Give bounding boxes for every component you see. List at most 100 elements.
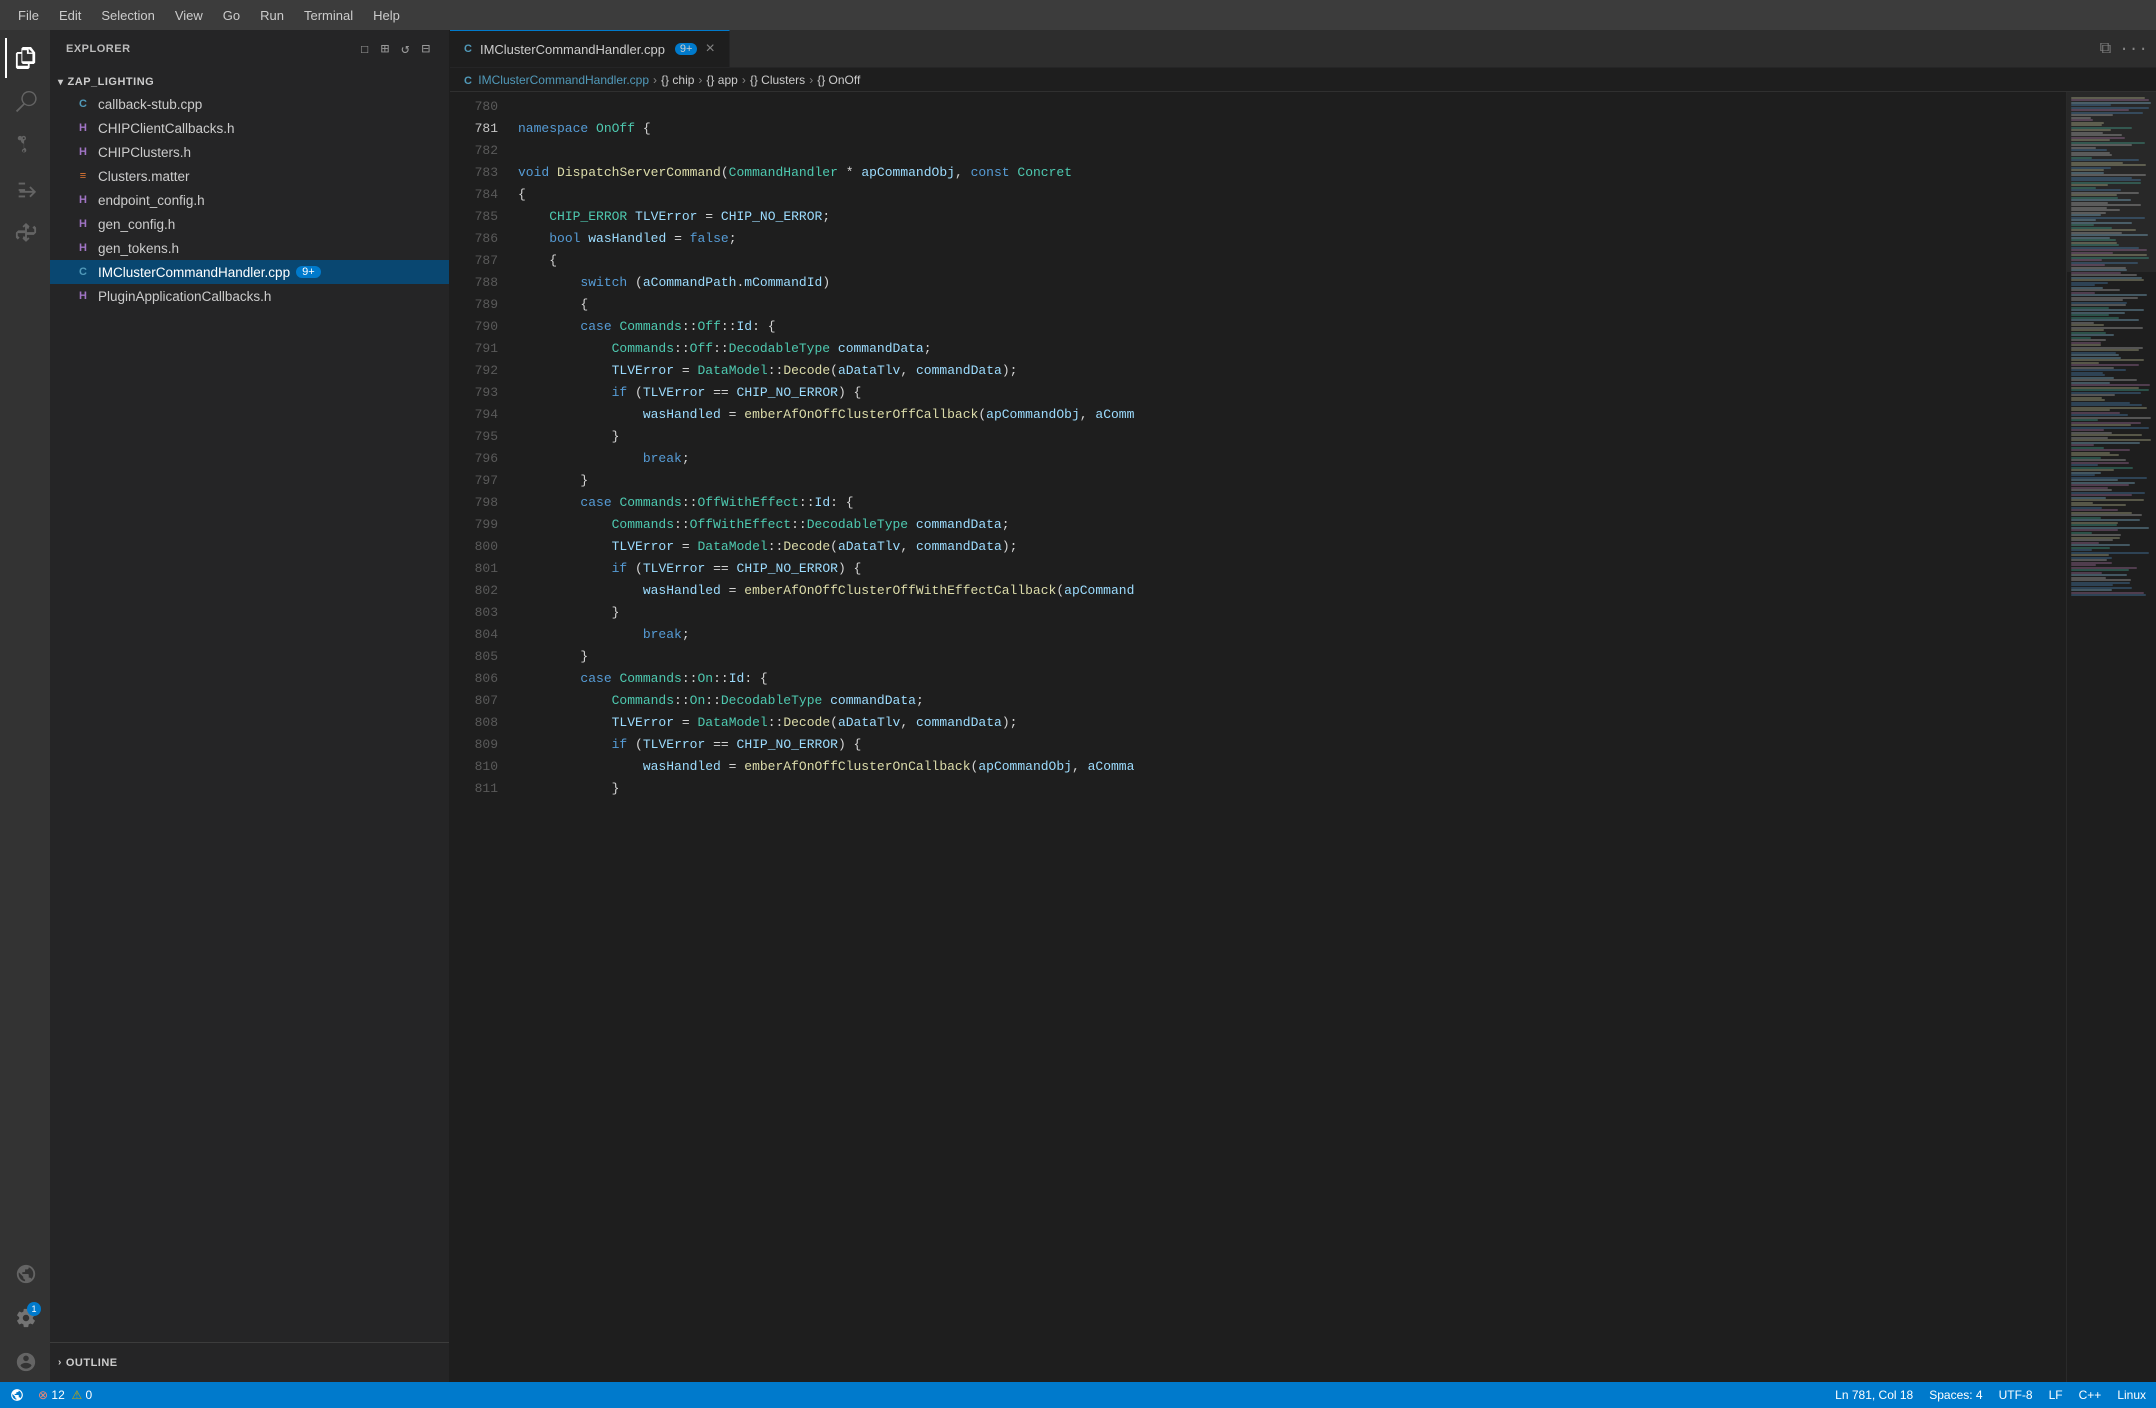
breadcrumb-sep-1: › bbox=[653, 73, 657, 87]
new-file-button[interactable]: ☐ bbox=[357, 39, 371, 60]
breadcrumb-onoff[interactable]: {} OnOff bbox=[817, 73, 860, 87]
h-file-icon-4: H bbox=[74, 215, 92, 233]
file-name-5: gen_config.h bbox=[98, 217, 175, 232]
file-item-3[interactable]: ≡ Clusters.matter bbox=[50, 164, 449, 188]
main-layout: 1 Explorer ☐ ⊞ ↺ ⊟ ▾ ZAP_LIGHTING C bbox=[0, 30, 2156, 1382]
code-line: } bbox=[510, 426, 2066, 448]
code-line: Commands::On::DecodableType commandData; bbox=[510, 690, 2066, 712]
project-folder-header[interactable]: ▾ ZAP_LIGHTING bbox=[50, 72, 449, 92]
status-line-ending[interactable]: LF bbox=[2049, 1388, 2063, 1402]
file-name-0: callback-stub.cpp bbox=[98, 97, 202, 112]
code-line: case Commands::OffWithEffect::Id: { bbox=[510, 492, 2066, 514]
code-line bbox=[510, 140, 2066, 162]
file-item-1[interactable]: H CHIPClientCallbacks.h bbox=[50, 116, 449, 140]
status-encoding[interactable]: UTF-8 bbox=[1999, 1388, 2033, 1402]
h-file-icon: H bbox=[74, 119, 92, 137]
file-item-7[interactable]: C IMClusterCommandHandler.cpp 9+ bbox=[50, 260, 449, 284]
file-badge-7: 9+ bbox=[296, 266, 321, 278]
editor-area: C IMClusterCommandHandler.cpp 9+ × ⧉ ···… bbox=[450, 30, 2156, 1382]
code-line: } bbox=[510, 646, 2066, 668]
menu-terminal[interactable]: Terminal bbox=[296, 6, 361, 25]
file-item-0[interactable]: C callback-stub.cpp bbox=[50, 92, 449, 116]
menu-help[interactable]: Help bbox=[365, 6, 408, 25]
active-tab[interactable]: C IMClusterCommandHandler.cpp 9+ × bbox=[450, 30, 730, 67]
status-position[interactable]: Ln 781, Col 18 bbox=[1835, 1388, 1913, 1402]
collapse-button[interactable]: ⊟ bbox=[419, 39, 433, 60]
h-file-icon-5: H bbox=[74, 239, 92, 257]
split-editor-button[interactable]: ⧉ bbox=[2100, 40, 2111, 58]
file-item-6[interactable]: H gen_tokens.h bbox=[50, 236, 449, 260]
status-errors[interactable]: ⊗ 12 ⚠ 0 bbox=[38, 1388, 92, 1402]
menu-bar: File Edit Selection View Go Run Terminal… bbox=[0, 0, 2156, 30]
breadcrumb-app[interactable]: {} app bbox=[706, 73, 737, 87]
tab-badge: 9+ bbox=[675, 43, 698, 55]
file-name-6: gen_tokens.h bbox=[98, 241, 179, 256]
code-line: TLVError = DataModel::Decode(aDataTlv, c… bbox=[510, 360, 2066, 382]
code-line: namespace OnOff { bbox=[510, 118, 2066, 140]
breadcrumb: C IMClusterCommandHandler.cpp › {} chip … bbox=[450, 68, 2156, 92]
code-line: if (TLVError == CHIP_NO_ERROR) { bbox=[510, 734, 2066, 756]
code-line: void DispatchServerCommand(CommandHandle… bbox=[510, 162, 2066, 184]
breadcrumb-clusters[interactable]: {} Clusters bbox=[750, 73, 805, 87]
code-editor: 7807817827837847857867877887897907917927… bbox=[450, 92, 2156, 1382]
outline-section-header[interactable]: › Outline bbox=[50, 1342, 449, 1382]
file-item-5[interactable]: H gen_config.h bbox=[50, 212, 449, 236]
status-spaces[interactable]: Spaces: 4 bbox=[1929, 1388, 1982, 1402]
settings-icon[interactable]: 1 bbox=[5, 1298, 45, 1338]
status-os[interactable]: Linux bbox=[2117, 1388, 2146, 1402]
file-tree: ▾ ZAP_LIGHTING C callback-stub.cpp H CHI… bbox=[50, 68, 449, 1342]
code-line: break; bbox=[510, 624, 2066, 646]
menu-go[interactable]: Go bbox=[215, 6, 248, 25]
file-item-2[interactable]: H CHIPClusters.h bbox=[50, 140, 449, 164]
code-line: case Commands::On::Id: { bbox=[510, 668, 2066, 690]
activity-bar: 1 bbox=[0, 30, 50, 1382]
account-icon[interactable] bbox=[5, 1342, 45, 1382]
code-line: } bbox=[510, 470, 2066, 492]
new-folder-button[interactable]: ⊞ bbox=[378, 39, 392, 60]
menu-file[interactable]: File bbox=[10, 6, 47, 25]
file-item-4[interactable]: H endpoint_config.h bbox=[50, 188, 449, 212]
refresh-button[interactable]: ↺ bbox=[398, 39, 412, 60]
tab-file-icon: C bbox=[464, 43, 472, 55]
code-line: { bbox=[510, 184, 2066, 206]
file-name-3: Clusters.matter bbox=[98, 169, 190, 184]
code-content[interactable]: namespace OnOff { void DispatchServerCom… bbox=[510, 92, 2066, 1382]
line-numbers: 7807817827837847857867877887897907917927… bbox=[450, 92, 510, 1382]
status-remote[interactable] bbox=[10, 1388, 26, 1403]
outline-label: Outline bbox=[66, 1357, 118, 1369]
run-debug-icon[interactable] bbox=[5, 170, 45, 210]
breadcrumb-file[interactable]: C IMClusterCommandHandler.cpp bbox=[464, 73, 649, 87]
code-line: if (TLVError == CHIP_NO_ERROR) { bbox=[510, 382, 2066, 404]
status-language[interactable]: C++ bbox=[2079, 1388, 2102, 1402]
code-line: wasHandled = emberAfOnOffClusterOffCallb… bbox=[510, 404, 2066, 426]
code-line: } bbox=[510, 778, 2066, 800]
search-icon[interactable] bbox=[5, 82, 45, 122]
chevron-right-icon: › bbox=[58, 1357, 62, 1368]
breadcrumb-sep-2: › bbox=[698, 73, 702, 87]
source-control-icon[interactable] bbox=[5, 126, 45, 166]
chevron-down-icon: ▾ bbox=[58, 77, 64, 88]
breadcrumb-chip[interactable]: {} chip bbox=[661, 73, 694, 87]
code-line: Commands::Off::DecodableType commandData… bbox=[510, 338, 2066, 360]
menu-selection[interactable]: Selection bbox=[93, 6, 162, 25]
extensions-icon[interactable] bbox=[5, 214, 45, 254]
file-item-8[interactable]: H PluginApplicationCallbacks.h bbox=[50, 284, 449, 308]
status-bar: ⊗ 12 ⚠ 0 Ln 781, Col 18 Spaces: 4 UTF-8 … bbox=[0, 1382, 2156, 1408]
breadcrumb-sep-3: › bbox=[742, 73, 746, 87]
cpp-file-icon: C bbox=[74, 95, 92, 113]
file-name-1: CHIPClientCallbacks.h bbox=[98, 121, 235, 136]
sidebar: Explorer ☐ ⊞ ↺ ⊟ ▾ ZAP_LIGHTING C callba… bbox=[50, 30, 450, 1382]
code-line: if (TLVError == CHIP_NO_ERROR) { bbox=[510, 558, 2066, 580]
menu-run[interactable]: Run bbox=[252, 6, 292, 25]
tab-close-button[interactable]: × bbox=[705, 40, 714, 58]
code-line: Commands::OffWithEffect::DecodableType c… bbox=[510, 514, 2066, 536]
menu-edit[interactable]: Edit bbox=[51, 6, 89, 25]
code-line: wasHandled = emberAfOnOffClusterOffWithE… bbox=[510, 580, 2066, 602]
more-actions-button[interactable]: ··· bbox=[2119, 40, 2148, 58]
file-name-4: endpoint_config.h bbox=[98, 193, 205, 208]
menu-view[interactable]: View bbox=[167, 6, 211, 25]
remote-icon[interactable] bbox=[5, 1254, 45, 1294]
status-right: Ln 781, Col 18 Spaces: 4 UTF-8 LF C++ Li… bbox=[1835, 1388, 2146, 1402]
cpp-file-icon-2: C bbox=[74, 263, 92, 281]
explorer-icon[interactable] bbox=[5, 38, 45, 78]
